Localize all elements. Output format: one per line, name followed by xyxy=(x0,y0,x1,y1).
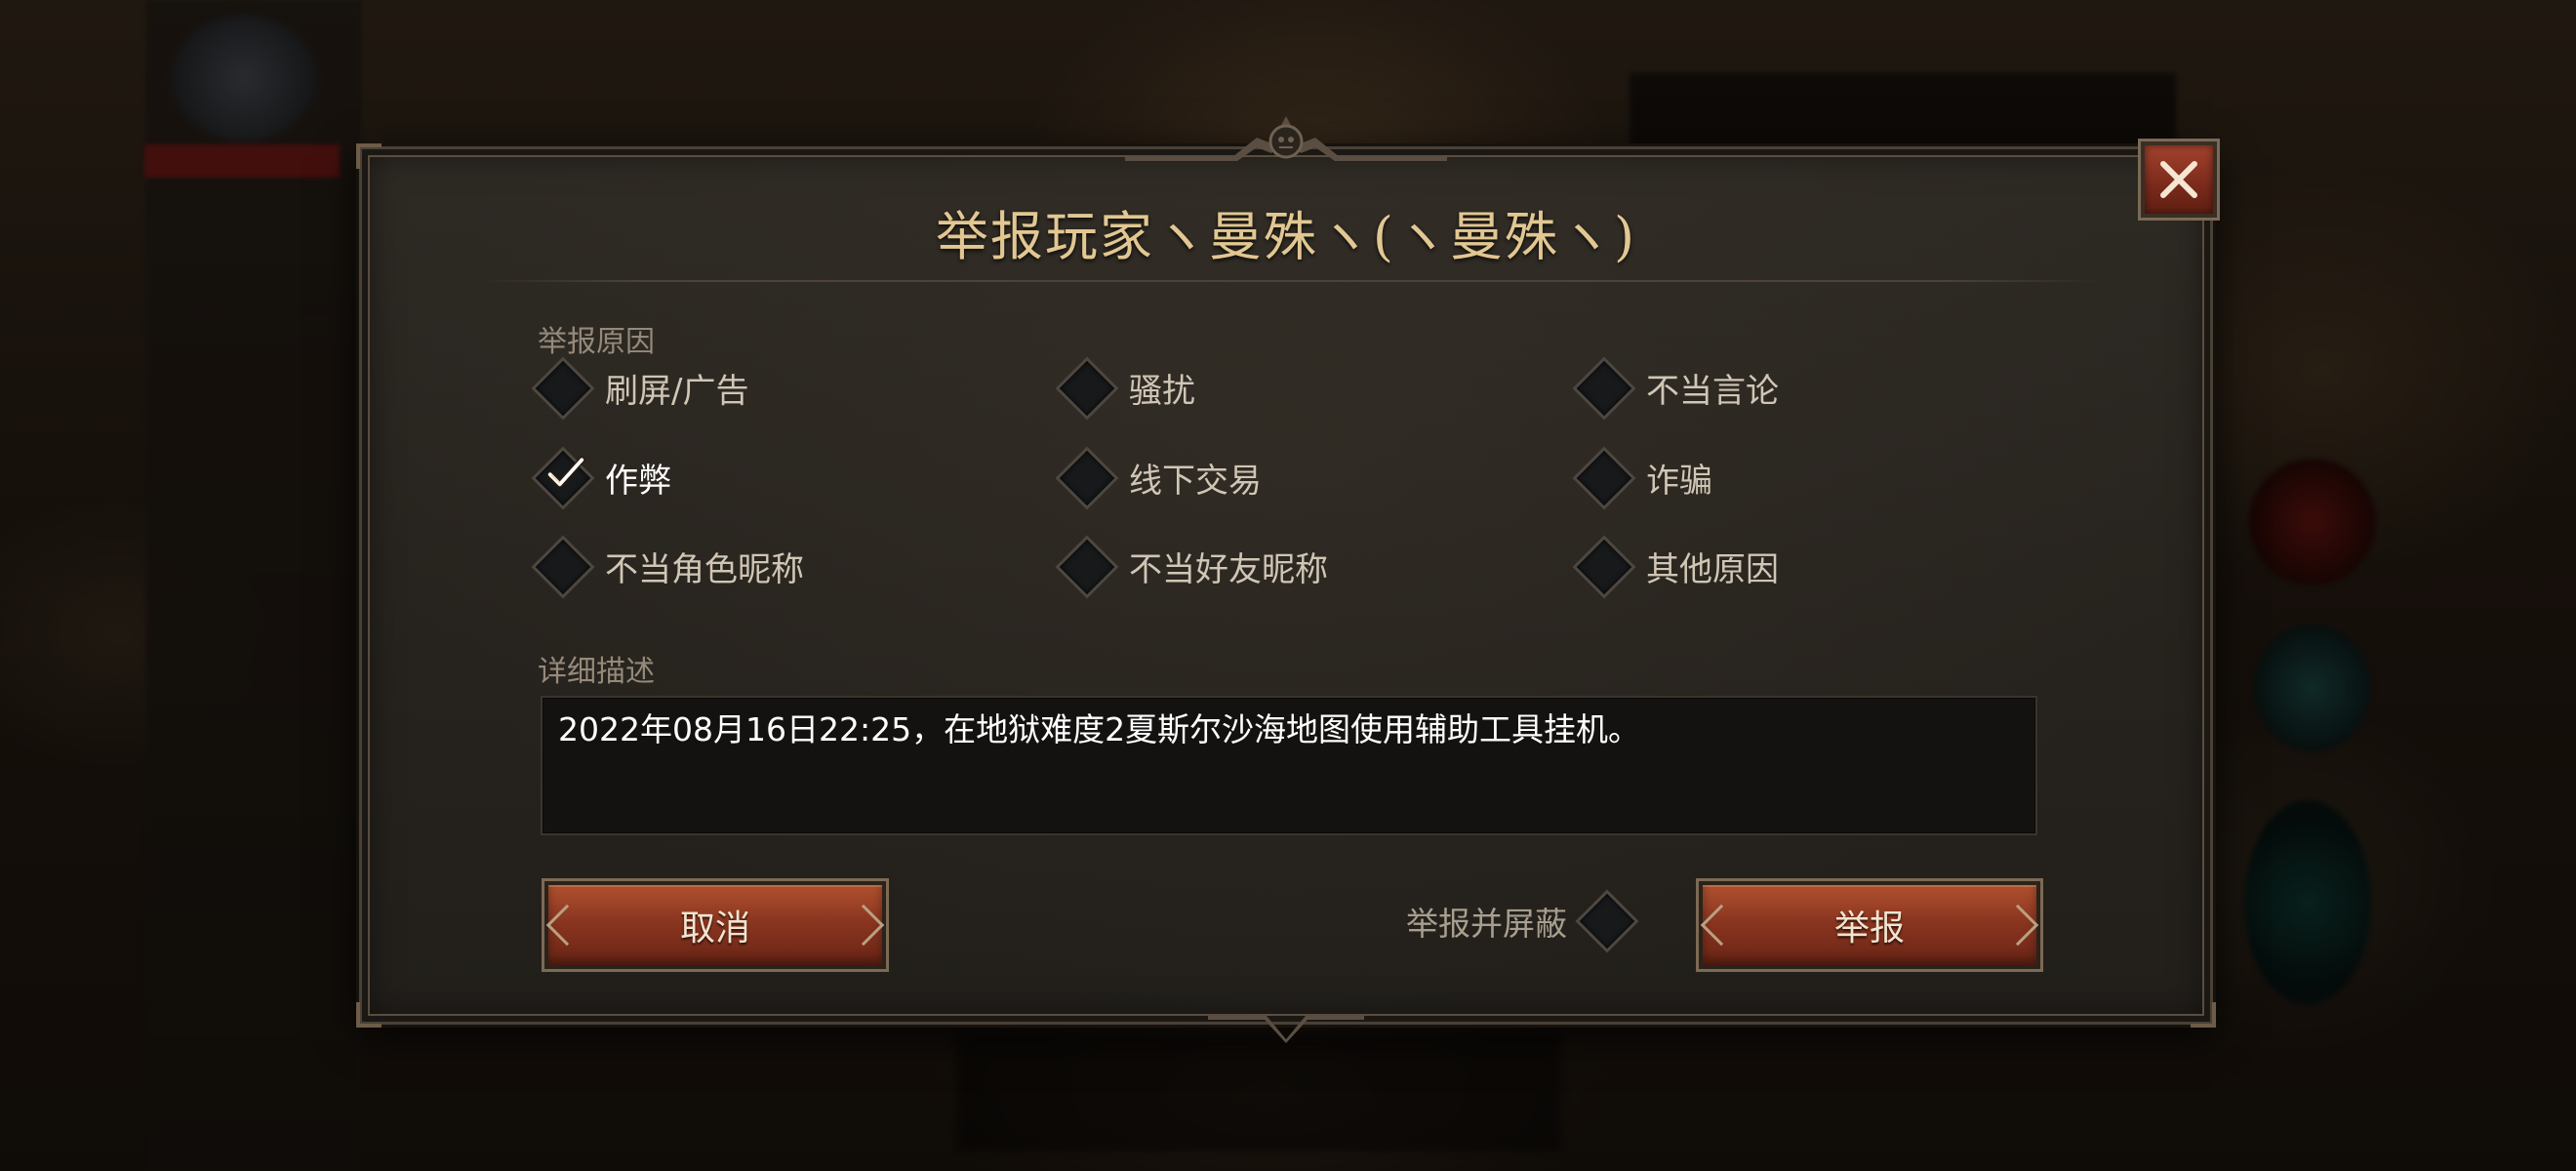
checkmark-icon xyxy=(546,456,585,488)
reason-option-offline-trade[interactable]: 线下交易 xyxy=(1065,454,1262,502)
close-icon xyxy=(2160,161,2197,198)
frame-corner xyxy=(356,143,382,169)
reason-label: 不当言论 xyxy=(1646,372,1779,411)
ornament-bottom-icon xyxy=(1208,1016,1364,1043)
reason-option-spam[interactable]: 刷屏/广告 xyxy=(541,364,748,412)
report-and-block-label: 举报并屏蔽 xyxy=(1406,905,1567,943)
report-and-block-toggle[interactable]: 举报并屏蔽 xyxy=(1406,898,1630,945)
description-textarea[interactable]: 2022年08月16日22:25，在地狱难度2夏斯尔沙海地图使用辅助工具挂机。 xyxy=(541,696,2037,835)
reason-label: 线下交易 xyxy=(1129,462,1262,501)
report-button-label: 举报 xyxy=(1833,909,1905,949)
reason-section-label: 举报原因 xyxy=(538,325,655,359)
reason-option-character-name[interactable]: 不当角色昵称 xyxy=(541,543,804,590)
reason-label: 骚扰 xyxy=(1129,372,1195,411)
checkbox-diamond[interactable] xyxy=(1065,366,1109,411)
checkbox-diamond[interactable] xyxy=(541,545,585,589)
button-ornament xyxy=(545,904,588,947)
reason-label: 诈骗 xyxy=(1646,462,1712,501)
reason-option-fraud[interactable]: 诈骗 xyxy=(1582,454,1712,502)
reason-label: 其他原因 xyxy=(1646,550,1779,589)
button-ornament xyxy=(1700,904,1743,947)
reason-label: 不当好友昵称 xyxy=(1129,550,1328,589)
reason-option-cheating[interactable]: 作弊 xyxy=(541,454,671,502)
cancel-button[interactable]: 取消 xyxy=(544,881,886,969)
reason-label: 作弊 xyxy=(605,462,671,501)
report-player-dialog: 举报玩家ヽ曼殊ヽ(ヽ曼殊ヽ) 举报原因 刷屏/广告 骚扰 不当言论 作弊 线下交… xyxy=(356,116,2217,1043)
reason-label: 刷屏/广告 xyxy=(605,372,749,411)
checkbox-diamond[interactable] xyxy=(1065,456,1109,501)
reason-label: 不当角色昵称 xyxy=(605,550,804,589)
checkbox-diamond[interactable] xyxy=(1582,545,1627,589)
frame-corner xyxy=(356,1002,382,1028)
checkbox-diamond-checked[interactable] xyxy=(541,456,585,501)
ornament-crest-icon xyxy=(1125,116,1447,161)
checkbox-diamond[interactable] xyxy=(1585,899,1630,944)
reason-option-friend-name[interactable]: 不当好友昵称 xyxy=(1065,543,1328,590)
description-section-label: 详细描述 xyxy=(538,655,655,689)
title-divider xyxy=(479,280,2103,282)
dialog-title: 举报玩家ヽ曼殊ヽ(ヽ曼殊ヽ) xyxy=(935,206,1637,267)
button-ornament xyxy=(1996,904,2039,947)
reason-option-inappropriate-speech[interactable]: 不当言论 xyxy=(1582,364,1779,412)
report-button[interactable]: 举报 xyxy=(1699,881,2040,969)
checkbox-diamond[interactable] xyxy=(1582,456,1627,501)
checkbox-diamond[interactable] xyxy=(541,366,585,411)
checkbox-diamond[interactable] xyxy=(1065,545,1109,589)
checkbox-diamond[interactable] xyxy=(1582,366,1627,411)
reason-option-other[interactable]: 其他原因 xyxy=(1582,543,1779,590)
frame-corner xyxy=(2191,1002,2216,1028)
cancel-button-label: 取消 xyxy=(679,909,750,949)
close-button[interactable] xyxy=(2141,141,2217,218)
reason-option-harassment[interactable]: 骚扰 xyxy=(1065,364,1195,412)
button-ornament xyxy=(842,904,885,947)
